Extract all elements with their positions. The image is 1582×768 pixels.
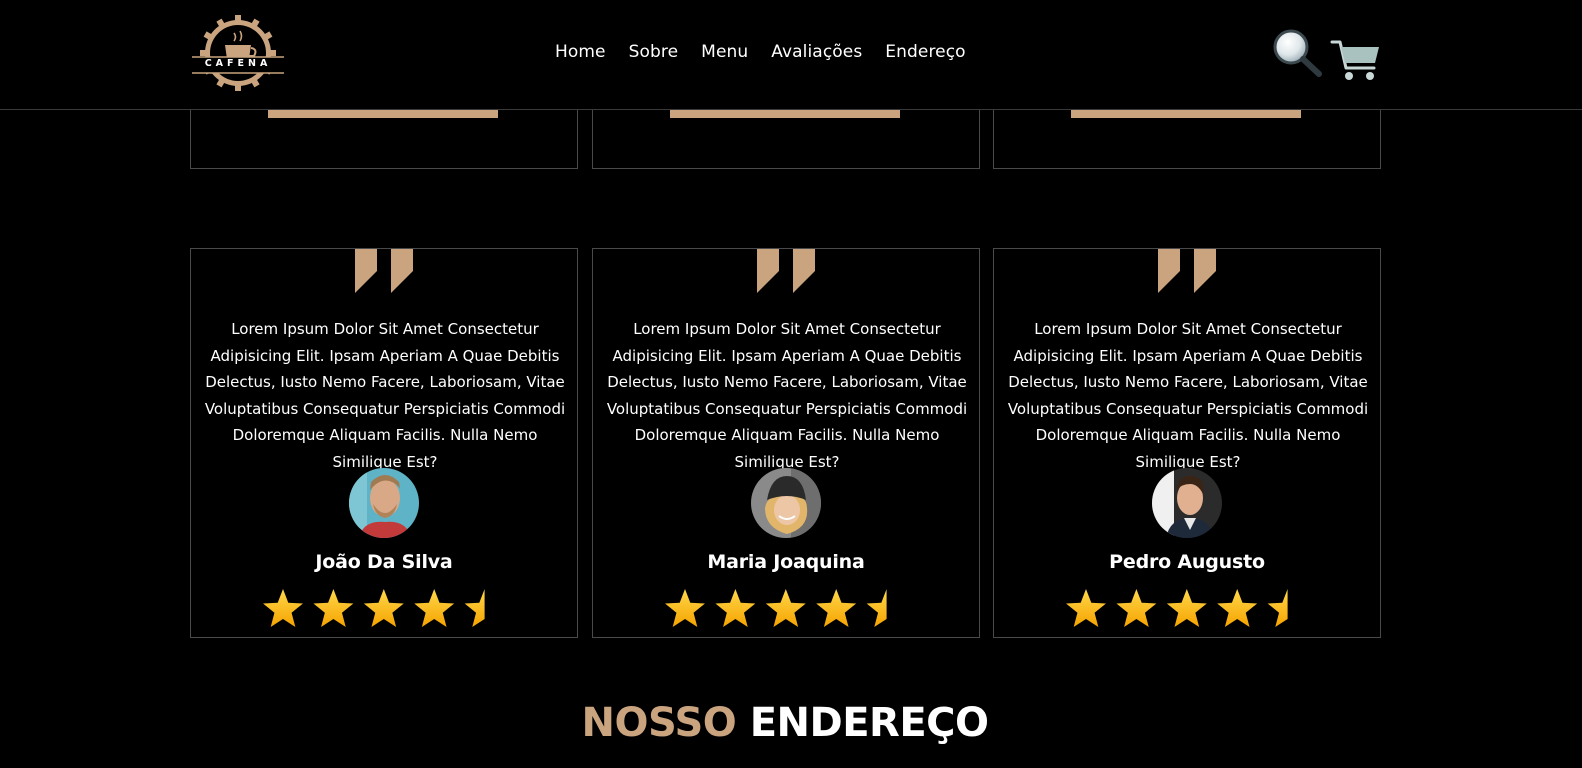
star-full-icon	[715, 589, 756, 627]
star-half-icon	[866, 589, 887, 627]
star-full-icon	[1166, 589, 1207, 627]
star-full-icon	[1217, 589, 1258, 627]
star-rating	[1064, 589, 1294, 631]
nav-home[interactable]: Home	[555, 42, 606, 62]
menu-card-button[interactable]	[268, 110, 498, 118]
nav-sobre[interactable]: Sobre	[629, 42, 679, 62]
review-text: Lorem Ipsum Dolor Sit Amet Consectetur A…	[1007, 320, 1369, 471]
reviewer-avatar	[751, 468, 821, 538]
quote-icon	[757, 249, 817, 293]
section-title: NOSSO ENDEREÇO	[0, 700, 1570, 746]
star-full-icon	[816, 589, 857, 627]
star-full-icon	[414, 589, 455, 627]
star-half-icon	[464, 589, 485, 627]
review-text: Lorem Ipsum Dolor Sit Amet Consectetur A…	[204, 320, 566, 471]
star-full-icon	[363, 589, 404, 627]
reviewer-avatar	[1152, 468, 1222, 538]
review-text: Lorem Ipsum Dolor Sit Amet Consectetur A…	[606, 320, 968, 471]
quote-icon	[355, 249, 415, 293]
star-full-icon	[1066, 589, 1106, 627]
star-full-icon	[665, 589, 705, 627]
review-card: Lorem Ipsum Dolor Sit Amet Consectetur A…	[592, 248, 980, 638]
review-card: Lorem Ipsum Dolor Sit Amet Consectetur A…	[190, 248, 578, 638]
cart-icon[interactable]	[1330, 38, 1382, 82]
site-header: CAFENA Home Sobre Menu Avaliações Endere…	[0, 0, 1582, 110]
star-rating	[261, 589, 491, 631]
menu-card	[190, 100, 578, 169]
star-full-icon	[313, 589, 354, 627]
star-full-icon	[1116, 589, 1157, 627]
reviewer-name: Pedro Augusto	[1109, 551, 1265, 573]
reviewer-name: João Da Silva	[315, 551, 453, 573]
section-title-accent: NOSSO	[581, 700, 737, 746]
star-rating	[663, 589, 893, 631]
cafena-logo[interactable]: CAFENA	[190, 13, 286, 93]
main-nav: Home Sobre Menu Avaliações Endereço	[555, 42, 966, 62]
menu-card	[592, 100, 980, 169]
star-half-icon	[1267, 589, 1288, 627]
review-card: Lorem Ipsum Dolor Sit Amet Consectetur A…	[993, 248, 1381, 638]
quote-icon	[1158, 249, 1218, 293]
section-title-main: ENDEREÇO	[749, 700, 989, 746]
reviewer-avatar	[349, 468, 419, 538]
menu-card-button[interactable]	[1071, 110, 1301, 118]
star-full-icon	[263, 589, 303, 627]
reviewer-name: Maria Joaquina	[707, 551, 865, 573]
menu-card	[993, 100, 1381, 169]
nav-endereco[interactable]: Endereço	[885, 42, 965, 62]
nav-menu[interactable]: Menu	[701, 42, 748, 62]
star-full-icon	[765, 589, 806, 627]
logo-text: CAFENA	[204, 58, 272, 69]
menu-card-button[interactable]	[670, 110, 900, 118]
search-icon[interactable]	[1271, 27, 1323, 79]
page: CAFENA Home Sobre Menu Avaliações Endere…	[0, 0, 1582, 768]
nav-avaliacoes[interactable]: Avaliações	[771, 42, 862, 62]
